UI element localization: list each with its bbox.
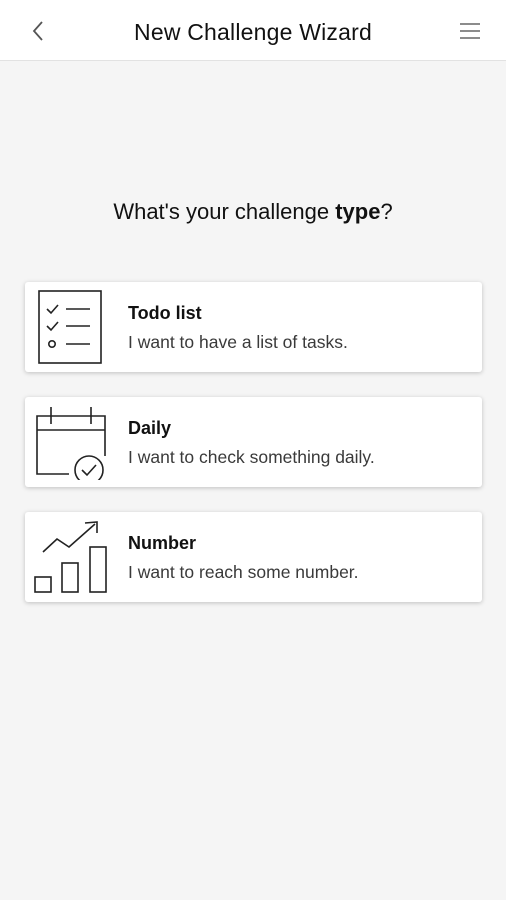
- growth-chart-icon: [34, 521, 107, 593]
- option-title: Todo list: [128, 303, 202, 323]
- option-description: I want to reach some number.: [128, 562, 359, 582]
- menu-button[interactable]: [454, 14, 486, 48]
- option-daily[interactable]: Daily I want to check something daily.: [25, 397, 482, 487]
- challenge-type-question: What's your challenge type?: [0, 199, 506, 225]
- calendar-check-icon: [36, 407, 106, 480]
- checklist-icon: [38, 290, 102, 364]
- question-emphasis: type: [335, 199, 381, 224]
- option-title: Daily: [128, 418, 172, 438]
- option-title: Number: [128, 533, 197, 553]
- hamburger-menu-icon: [460, 23, 480, 39]
- option-todo-list[interactable]: Todo list I want to have a list of tasks…: [25, 282, 482, 372]
- option-number[interactable]: Number I want to reach some number.: [25, 512, 482, 602]
- option-description: I want to have a list of tasks.: [128, 332, 348, 352]
- page-title: New Challenge Wizard: [134, 19, 372, 45]
- option-description: I want to check something daily.: [128, 447, 375, 467]
- question-prefix: What's your challenge: [113, 199, 336, 224]
- question-suffix: ?: [380, 199, 393, 224]
- app-header: New Challenge Wizard: [0, 0, 506, 61]
